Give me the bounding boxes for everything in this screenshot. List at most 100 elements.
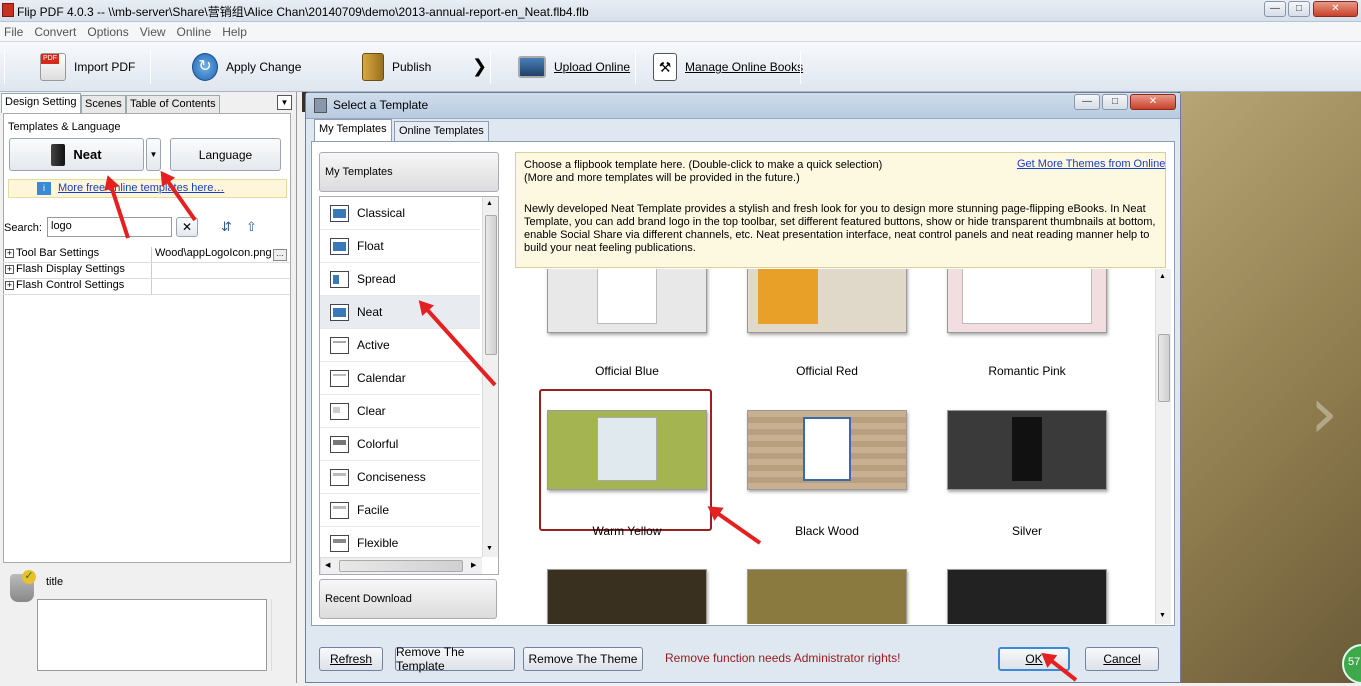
- scroll-down-icon: ▼: [486, 545, 493, 552]
- info-icon: i: [37, 182, 51, 195]
- list-item[interactable]: Classical: [320, 197, 480, 230]
- template-icon: [330, 402, 349, 420]
- monitor-icon: [518, 56, 546, 78]
- search-label: Search:: [4, 222, 42, 234]
- scroll-up-icon: ▲: [1159, 273, 1166, 280]
- title-bar: Flip PDF 4.0.3 -- \\mb-server\Share\营销组\…: [0, 0, 1361, 22]
- menu-view[interactable]: View: [136, 22, 173, 39]
- template-icon: [330, 270, 349, 288]
- theme-thumbnail[interactable]: [747, 410, 907, 490]
- check-icon: ✓: [22, 570, 36, 584]
- menu-online[interactable]: Online: [173, 22, 219, 39]
- dialog-title-bar: Select a Template — □ ✕: [306, 93, 1180, 119]
- expand-icon: +: [5, 264, 14, 274]
- list-item[interactable]: Neat: [320, 296, 480, 329]
- get-more-themes-link[interactable]: Get More Themes from Online: [1017, 158, 1165, 170]
- template-icon: [330, 369, 349, 387]
- maximize-icon[interactable]: □: [1288, 1, 1310, 17]
- theme-thumbnail[interactable]: [747, 569, 907, 624]
- minimize-icon[interactable]: —: [1264, 1, 1286, 17]
- tab-design-setting[interactable]: Design Setting: [1, 93, 81, 113]
- expand-icon: +: [5, 280, 14, 290]
- table-row[interactable]: + Flash Control Settings: [2, 279, 290, 295]
- dialog-close-icon[interactable]: ✕: [1130, 94, 1176, 110]
- theme-thumbnail[interactable]: [547, 569, 707, 624]
- list-item[interactable]: Float: [320, 230, 480, 263]
- scroll-left-icon: ◀: [325, 562, 331, 569]
- theme-label: Warm Yellow: [592, 524, 662, 538]
- tab-scenes[interactable]: Scenes: [81, 95, 126, 113]
- cancel-button[interactable]: Cancel: [1085, 647, 1159, 671]
- template-button[interactable]: Neat: [9, 138, 144, 171]
- language-button[interactable]: Language: [170, 138, 281, 171]
- theme-thumbnail[interactable]: [947, 410, 1107, 490]
- ellipsis-button[interactable]: …: [273, 249, 287, 261]
- recent-download-header[interactable]: Recent Download: [319, 579, 497, 619]
- theme-thumbnail[interactable]: [747, 269, 907, 333]
- theme-thumbnail[interactable]: [947, 569, 1107, 624]
- table-row[interactable]: + Flash Display Settings: [2, 263, 290, 279]
- theme-label: Black Wood: [795, 524, 859, 538]
- scroll-right-icon: ▶: [471, 562, 477, 569]
- theme-label: Romantic Pink: [988, 364, 1066, 378]
- manage-online-books-button[interactable]: ⚒ Manage Online Books: [653, 50, 803, 84]
- list-item[interactable]: Flexible: [320, 527, 480, 560]
- upload-online-button[interactable]: Upload Online: [518, 50, 630, 84]
- tab-table-of-contents[interactable]: Table of Contents: [126, 95, 220, 113]
- theme-label: Silver: [1011, 524, 1042, 538]
- sort-down-icon[interactable]: ⇵: [221, 219, 232, 235]
- tab-online-templates[interactable]: Online Templates: [394, 121, 489, 141]
- theme-label: Official Red: [796, 364, 858, 378]
- close-icon[interactable]: ✕: [1313, 1, 1358, 17]
- list-item[interactable]: Spread: [320, 263, 480, 296]
- table-row[interactable]: + Tool Bar Settings Wood\appLogoIcon.png: [2, 247, 290, 263]
- import-pdf-button[interactable]: PDF Import PDF: [40, 50, 135, 84]
- list-item[interactable]: Calendar: [320, 362, 480, 395]
- search-input[interactable]: logo: [47, 217, 172, 237]
- theme-thumbnail[interactable]: [547, 410, 707, 490]
- apply-change-button[interactable]: ↻ Apply Change: [192, 50, 301, 84]
- template-list-panel: My Templates Classical Float Spread Neat…: [319, 152, 499, 623]
- theme-thumbnail[interactable]: [547, 269, 707, 333]
- more-templates-link[interactable]: More free online templates here…: [58, 182, 224, 194]
- refresh-icon: ↻: [192, 53, 218, 81]
- template-icon: [314, 98, 327, 113]
- template-list: Classical Float Spread Neat Active Calen…: [319, 196, 499, 575]
- refresh-button[interactable]: Refresh: [319, 647, 383, 671]
- admin-note: Remove function needs Administrator righ…: [665, 651, 901, 665]
- menu-convert[interactable]: Convert: [30, 22, 83, 39]
- wrench-icon: ⚒: [653, 53, 677, 81]
- remove-theme-button[interactable]: Remove The Theme: [523, 647, 643, 671]
- menu-options[interactable]: Options: [83, 22, 135, 39]
- list-item[interactable]: Clear: [320, 395, 480, 428]
- template-icon: [330, 468, 349, 486]
- menu-file[interactable]: File: [0, 22, 30, 39]
- pdf-icon: PDF: [40, 53, 66, 81]
- select-template-dialog: Select a Template — □ ✕ My Templates Onl…: [305, 92, 1181, 683]
- menu-help[interactable]: Help: [218, 22, 254, 39]
- property-table: + Tool Bar Settings Wood\appLogoIcon.png +…: [2, 247, 290, 295]
- template-icon: [330, 303, 349, 321]
- app-icon: [2, 3, 14, 17]
- status-badge: 57: [1342, 644, 1361, 684]
- tab-my-templates[interactable]: My Templates: [314, 119, 392, 142]
- theme-scrollbar[interactable]: ▲ ▼: [1155, 269, 1171, 624]
- next-page-icon[interactable]: ›: [1310, 372, 1338, 454]
- my-templates-header[interactable]: My Templates: [319, 152, 499, 192]
- chevron-right-icon[interactable]: ❯: [472, 56, 487, 77]
- sort-up-icon[interactable]: ⇧: [246, 219, 257, 235]
- publish-button[interactable]: Publish: [362, 50, 431, 84]
- list-item[interactable]: Facile: [320, 494, 480, 527]
- template-icon: [330, 336, 349, 354]
- dialog-maximize-icon[interactable]: □: [1102, 94, 1128, 110]
- template-dropdown-button[interactable]: ▼: [146, 138, 161, 171]
- list-item[interactable]: Conciseness: [320, 461, 480, 494]
- dialog-minimize-icon[interactable]: —: [1074, 94, 1100, 110]
- title-textarea[interactable]: [37, 599, 267, 671]
- theme-thumbnail[interactable]: [947, 269, 1107, 333]
- remove-template-button[interactable]: Remove The Template: [395, 645, 515, 673]
- list-hscrollbar[interactable]: ◀ ▶: [320, 557, 482, 574]
- dropdown-arrow-icon[interactable]: ▼: [277, 95, 292, 110]
- list-item[interactable]: Colorful: [320, 428, 480, 461]
- textarea-scrollbar[interactable]: [271, 599, 285, 671]
